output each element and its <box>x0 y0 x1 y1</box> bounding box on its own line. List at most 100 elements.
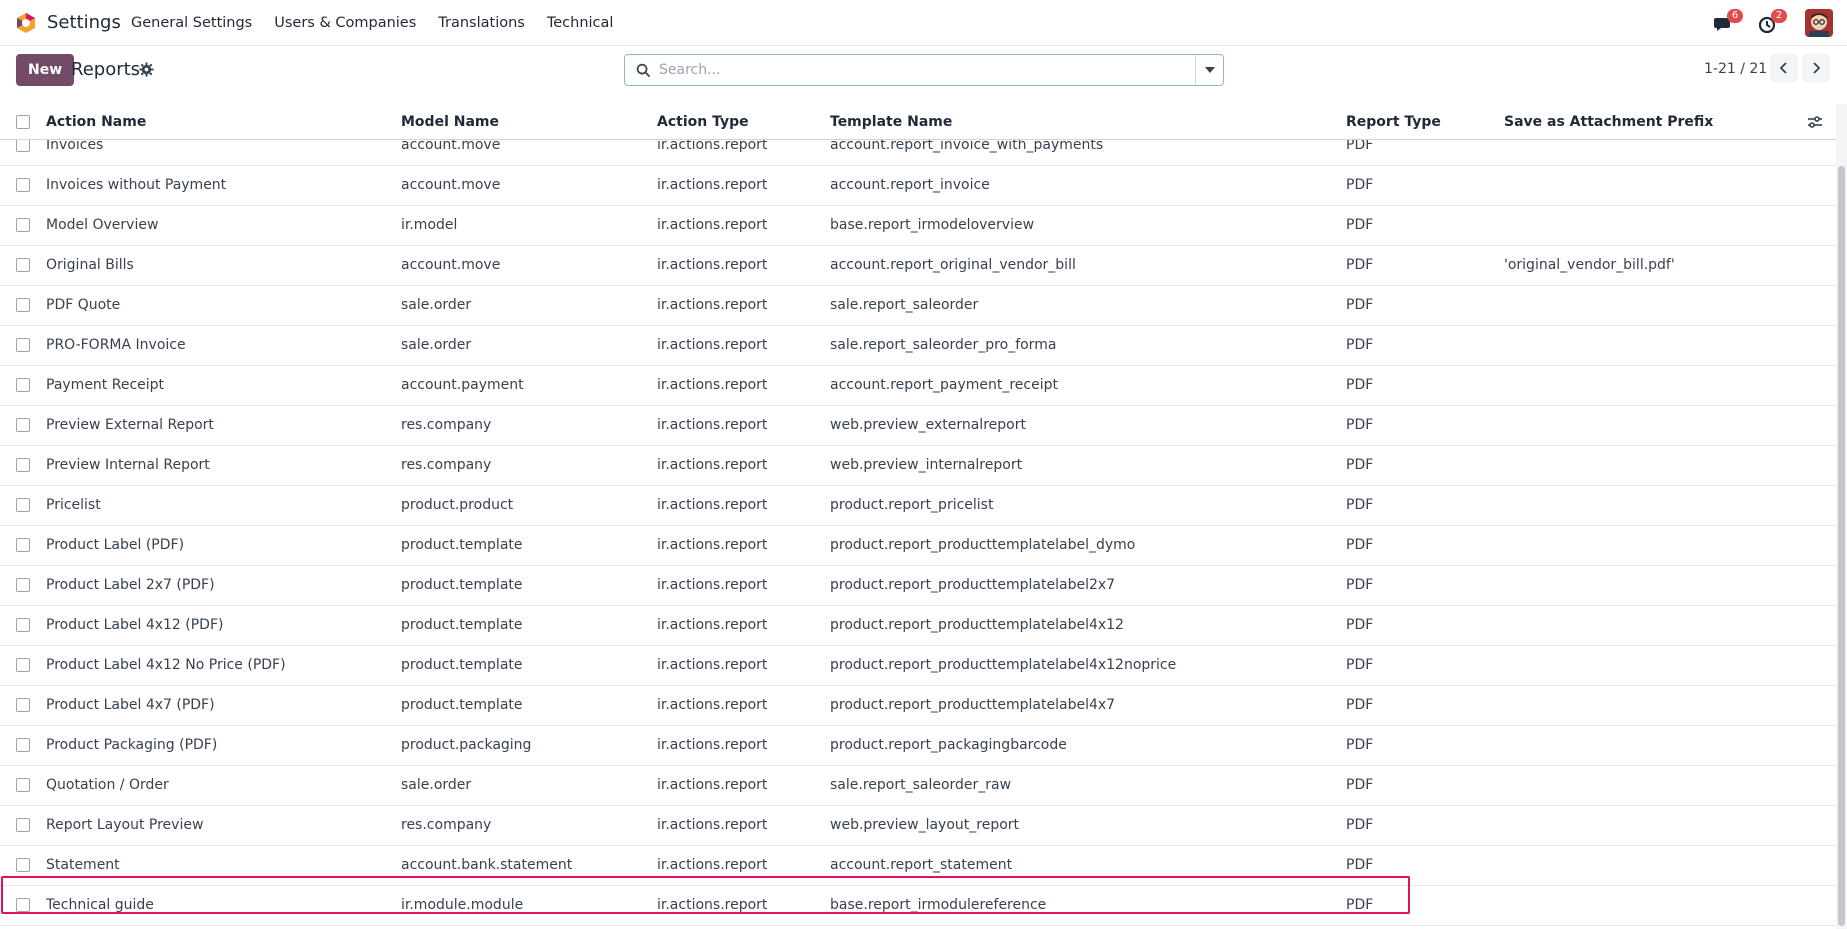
cell-report-type: PDF <box>1346 737 1374 753</box>
cell-action-type: ir.actions.report <box>657 457 768 473</box>
table-row[interactable]: Original Bills account.move ir.actions.rep… <box>0 246 1836 286</box>
row-checkbox[interactable] <box>16 138 30 152</box>
cell-model-name: sale.order <box>401 777 472 793</box>
table-row[interactable]: Statement account.bank.statement ir.action… <box>0 846 1836 886</box>
cell-report-type: PDF <box>1346 297 1374 313</box>
table-row[interactable]: Product Label 4x12 No Price (PDF) product… <box>0 646 1836 686</box>
menu-technical[interactable]: Technical <box>547 14 614 32</box>
table-row[interactable]: Technical guide ir.module.module ir.action… <box>0 886 1836 926</box>
cell-template-name: web.preview_internalreport <box>830 457 1023 473</box>
column-header-template-name[interactable]: Template Name <box>830 113 952 131</box>
cell-model-name: sale.order <box>401 337 472 353</box>
search-input[interactable] <box>657 57 1217 83</box>
row-checkbox[interactable] <box>16 658 30 672</box>
pager-next-button[interactable] <box>1802 54 1830 82</box>
row-checkbox[interactable] <box>16 178 30 192</box>
table-row[interactable]: Product Packaging (PDF) product.packaging… <box>0 726 1836 766</box>
optional-columns-icon[interactable] <box>1807 114 1823 130</box>
table-row[interactable]: Product Label 2x7 (PDF) product.template i… <box>0 566 1836 606</box>
column-header-model-name[interactable]: Model Name <box>401 113 499 131</box>
cell-template-name: product.report_producttemplatelabel4x7 <box>830 697 1116 713</box>
table-row[interactable]: Quotation / Order sale.order ir.actions.re… <box>0 766 1836 806</box>
pager-value[interactable]: 1-21 / 21 <box>1704 59 1767 79</box>
cell-action-type: ir.actions.report <box>657 857 768 873</box>
new-button[interactable]: New <box>16 54 75 86</box>
row-checkbox[interactable] <box>16 738 30 752</box>
search-bar <box>624 54 1224 86</box>
cell-template-name: sale.report_saleorder <box>830 297 979 313</box>
menu-translations[interactable]: Translations <box>438 14 525 32</box>
search-options-toggle[interactable] <box>1195 55 1223 85</box>
cell-action-name: Product Label 4x7 (PDF) <box>46 697 215 713</box>
cell-action-name: Product Label 2x7 (PDF) <box>46 577 215 593</box>
row-checkbox[interactable] <box>16 538 30 552</box>
menu-users-companies[interactable]: Users & Companies <box>274 14 416 32</box>
cell-action-name: PRO-FORMA Invoice <box>46 337 186 353</box>
cell-model-name: account.bank.statement <box>401 857 573 873</box>
table-row[interactable]: PDF Quote sale.order ir.actions.report sale… <box>0 286 1836 326</box>
column-header-action-name[interactable]: Action Name <box>46 113 146 131</box>
row-checkbox[interactable] <box>16 298 30 312</box>
user-avatar[interactable] <box>1805 9 1833 37</box>
cell-report-type: PDF <box>1346 897 1374 913</box>
table-row[interactable]: Invoices without Payment account.move ir.a… <box>0 166 1836 206</box>
column-header-report-type[interactable]: Report Type <box>1346 113 1441 131</box>
cell-action-type: ir.actions.report <box>657 337 768 353</box>
messages-button[interactable]: 6 <box>1711 9 1743 35</box>
menu-general-settings[interactable]: General Settings <box>131 14 252 32</box>
table-row[interactable]: Model Overview ir.model ir.actions.report b… <box>0 206 1836 246</box>
table-row[interactable]: Product Label 4x7 (PDF) product.template i… <box>0 686 1836 726</box>
table-row[interactable]: Product Label (PDF) product.template ir.ac… <box>0 526 1836 566</box>
column-header-prefix[interactable]: Save as Attachment Prefix <box>1504 113 1713 131</box>
cell-report-type: PDF <box>1346 257 1374 273</box>
cell-report-type: PDF <box>1346 457 1374 473</box>
row-checkbox[interactable] <box>16 418 30 432</box>
table-row[interactable]: Preview Internal Report res.company ir.act… <box>0 446 1836 486</box>
cell-action-name: Quotation / Order <box>46 777 169 793</box>
scrollbar-thumb[interactable] <box>1838 166 1845 926</box>
gear-icon[interactable] <box>139 62 154 77</box>
table-row[interactable]: Preview External Report res.company ir.act… <box>0 406 1836 446</box>
column-header-action-type[interactable]: Action Type <box>657 113 749 131</box>
row-checkbox[interactable] <box>16 858 30 872</box>
row-checkbox[interactable] <box>16 618 30 632</box>
cell-action-type: ir.actions.report <box>657 897 768 913</box>
table-row[interactable]: PRO-FORMA Invoice sale.order ir.actions.re… <box>0 326 1836 366</box>
cell-action-type: ir.actions.report <box>657 417 768 433</box>
table-row[interactable]: Report Layout Preview res.company ir.actio… <box>0 806 1836 846</box>
cell-template-name: product.report_producttemplatelabel_dymo <box>830 537 1136 553</box>
select-all-checkbox[interactable] <box>16 115 30 129</box>
row-checkbox[interactable] <box>16 698 30 712</box>
app-title[interactable]: Settings <box>47 12 121 34</box>
cell-model-name: account.move <box>401 257 501 273</box>
cell-model-name: product.packaging <box>401 737 532 753</box>
row-checkbox[interactable] <box>16 378 30 392</box>
row-checkbox[interactable] <box>16 898 30 912</box>
cell-prefix: 'original_vendor_bill.pdf' <box>1504 257 1675 273</box>
cell-model-name: sale.order <box>401 297 472 313</box>
cell-template-name: sale.report_saleorder_pro_forma <box>830 337 1057 353</box>
row-checkbox[interactable] <box>16 218 30 232</box>
activities-button[interactable]: 2 <box>1755 9 1787 35</box>
cell-action-name: Payment Receipt <box>46 377 165 393</box>
row-checkbox[interactable] <box>16 498 30 512</box>
pager-previous-button[interactable] <box>1770 54 1798 82</box>
row-checkbox[interactable] <box>16 458 30 472</box>
row-checkbox[interactable] <box>16 258 30 272</box>
row-checkbox[interactable] <box>16 578 30 592</box>
table-row[interactable]: Pricelist product.product ir.actions.repor… <box>0 486 1836 526</box>
row-checkbox[interactable] <box>16 338 30 352</box>
table-row[interactable]: Product Label 4x12 (PDF) product.template… <box>0 606 1836 646</box>
cell-action-type: ir.actions.report <box>657 537 768 553</box>
cell-template-name: account.report_statement <box>830 857 1013 873</box>
cell-report-type: PDF <box>1346 857 1374 873</box>
cell-action-name: Product Packaging (PDF) <box>46 737 218 753</box>
cell-action-name: Original Bills <box>46 257 134 273</box>
row-checkbox[interactable] <box>16 818 30 832</box>
cell-action-name: Statement <box>46 857 120 873</box>
cell-action-name: Product Label (PDF) <box>46 537 185 553</box>
table-row[interactable]: Payment Receipt account.payment ir.actions… <box>0 366 1836 406</box>
row-checkbox[interactable] <box>16 778 30 792</box>
cell-action-name: Preview Internal Report <box>46 457 210 473</box>
odoo-app-icon[interactable] <box>15 12 37 34</box>
